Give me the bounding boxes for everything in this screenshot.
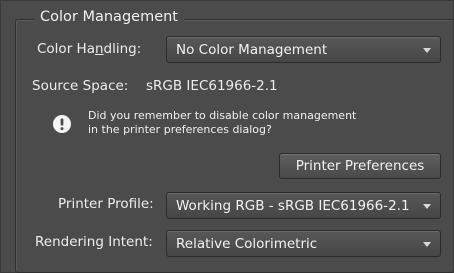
chevron-down-icon: [423, 242, 431, 247]
chevron-down-icon: [423, 48, 431, 53]
printer-preferences-note: Did you remember to disable color manage…: [88, 109, 356, 137]
group-title: Color Management: [34, 9, 184, 25]
color-management-panel: Color Management Color Handling: No Colo…: [0, 0, 454, 273]
rendering-intent-value: Relative Colorimetric: [176, 236, 318, 252]
rendering-intent-label: Rendering Intent:: [35, 234, 153, 250]
color-handling-label: Color Handling:: [37, 41, 142, 57]
printer-profile-dropdown[interactable]: Working RGB - sRGB IEC61966-2.1: [166, 192, 441, 219]
note-line-2: in the printer preferences dialog?: [88, 123, 272, 136]
printer-profile-label: Printer Profile:: [58, 196, 154, 212]
printer-profile-value: Working RGB - sRGB IEC61966-2.1: [176, 198, 410, 214]
printer-preferences-button[interactable]: Printer Preferences: [279, 153, 441, 179]
source-space-value: sRGB IEC61966-2.1: [146, 78, 278, 94]
source-space-label: Source Space:: [32, 78, 129, 94]
color-handling-dropdown[interactable]: No Color Management: [166, 36, 441, 63]
note-line-1: Did you remember to disable color manage…: [88, 109, 357, 122]
exclamation-info-icon: [52, 114, 72, 134]
color-handling-value: No Color Management: [176, 42, 328, 58]
rendering-intent-dropdown[interactable]: Relative Colorimetric: [166, 230, 441, 257]
chevron-down-icon: [423, 204, 431, 209]
